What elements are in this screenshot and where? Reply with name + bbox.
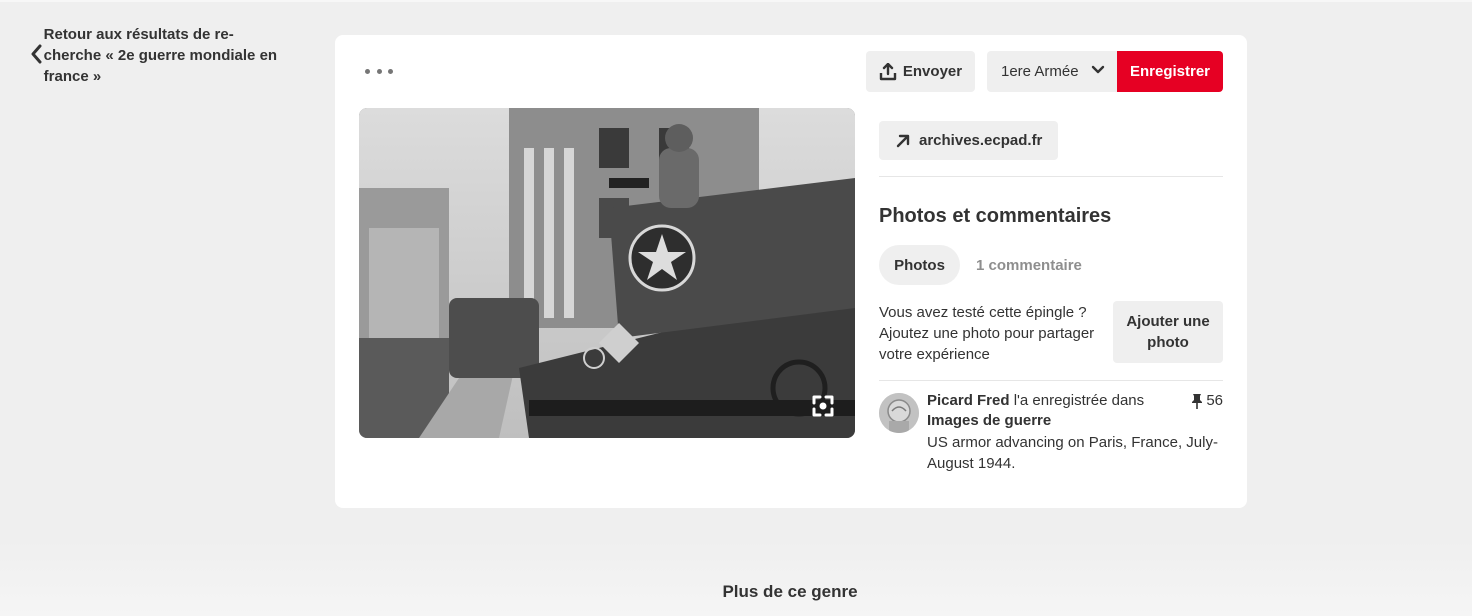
saved-board-name[interactable]: Images de guerre bbox=[927, 411, 1183, 431]
top-border bbox=[0, 0, 1472, 2]
pin-closeup-card: Envoyer 1ere Armée Enregistrer archives.… bbox=[335, 35, 1247, 508]
more-options-icon[interactable] bbox=[365, 61, 393, 81]
chevron-down-icon bbox=[1091, 65, 1105, 74]
visual-search-icon[interactable] bbox=[811, 394, 835, 418]
board-select-dropdown[interactable]: 1ere Armée bbox=[987, 51, 1117, 92]
add-photo-prompt: Vous avez testé cette épingle ? Ajoutez … bbox=[879, 304, 1095, 363]
tab-photos[interactable]: Photos bbox=[879, 245, 960, 285]
avatar[interactable] bbox=[879, 393, 919, 433]
pin-description: US armor advancing on Paris, France, Jul… bbox=[927, 434, 1218, 472]
back-link-label: Retour aux résultats de re-cherche « 2e … bbox=[43, 26, 278, 85]
arrow-up-right-icon bbox=[896, 134, 910, 147]
saved-action-text: l'a enregistrée dans bbox=[1009, 392, 1145, 409]
chevron-left-icon bbox=[30, 24, 44, 87]
send-button-label: Envoyer bbox=[902, 63, 963, 80]
bottom-background bbox=[0, 540, 1472, 616]
add-photo-button[interactable]: Ajouter une photo bbox=[1113, 301, 1223, 363]
saved-by-activity: Picard Fred l'a enregistrée dans Images … bbox=[927, 391, 1223, 474]
pin-image[interactable] bbox=[359, 108, 855, 438]
board-select-value: 1ere Armée bbox=[1001, 63, 1079, 80]
more-like-this-heading: Plus de ce genre bbox=[722, 582, 858, 601]
source-link-label: archives.ecpad.fr bbox=[919, 132, 1043, 149]
tab-comments[interactable]: 1 commentaire bbox=[976, 245, 1082, 285]
divider bbox=[879, 380, 1223, 381]
share-upload-icon bbox=[879, 62, 897, 80]
send-button[interactable]: Envoyer bbox=[866, 51, 975, 92]
save-count-value: 56 bbox=[1206, 392, 1223, 409]
divider bbox=[879, 176, 1223, 177]
source-link[interactable]: archives.ecpad.fr bbox=[879, 121, 1058, 160]
save-count: 56 bbox=[1191, 391, 1223, 411]
photos-comments-title: Photos et commentaires bbox=[879, 205, 1112, 227]
save-button[interactable]: Enregistrer bbox=[1117, 51, 1223, 92]
back-to-results-link[interactable]: Retour aux résultats de re-cherche « 2e … bbox=[30, 24, 280, 87]
saver-username[interactable]: Picard Fred bbox=[927, 392, 1010, 409]
pushpin-icon bbox=[1192, 394, 1203, 409]
